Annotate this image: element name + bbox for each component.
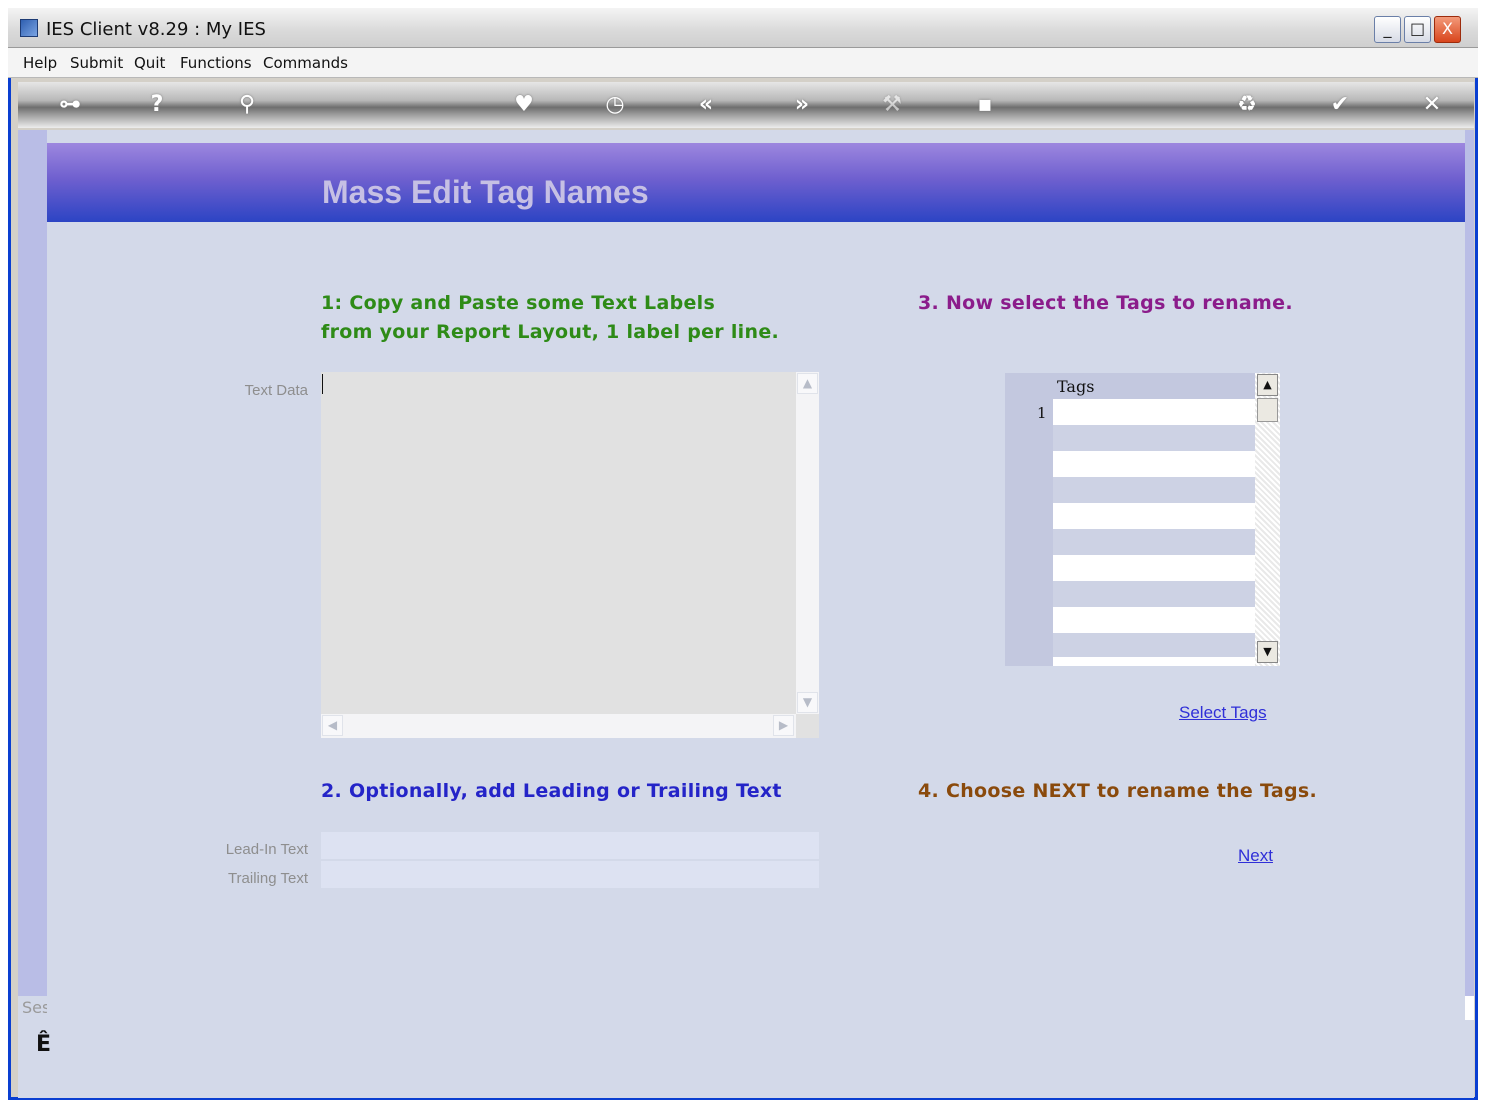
clock-icon[interactable]: ◷ — [600, 90, 630, 120]
trailing-label: Trailing Text — [227, 870, 308, 887]
minimize-button[interactable]: _ — [1374, 16, 1401, 43]
trailing-input[interactable] — [321, 861, 819, 888]
maximize-button[interactable]: □ — [1404, 16, 1431, 43]
next-link[interactable]: Next — [1238, 846, 1273, 866]
text-data-vscroll[interactable]: ▲ ▼ — [796, 372, 819, 714]
step2-heading: 2. Optionally, add Leading or Trailing T… — [321, 780, 782, 802]
tag-row[interactable] — [1053, 657, 1255, 666]
tag-row[interactable] — [1053, 477, 1255, 503]
tools-icon[interactable]: ⚒ — [877, 90, 907, 120]
status-icon: Ê — [36, 1032, 52, 1057]
close-window-button[interactable]: X — [1434, 16, 1461, 43]
tag-row[interactable] — [1053, 607, 1255, 633]
step3-heading: 3. Now select the Tags to rename. — [918, 292, 1293, 314]
step1-line2: from your Report Layout, 1 label per lin… — [321, 321, 780, 343]
tag-row[interactable] — [1053, 399, 1255, 425]
right-edge-lower — [1465, 996, 1474, 1020]
search-icon[interactable]: ⚲ — [232, 90, 262, 120]
rewind-icon[interactable]: « — [691, 90, 721, 120]
tag-row[interactable] — [1053, 633, 1255, 657]
scroll-down-icon[interactable]: ▼ — [1257, 641, 1278, 663]
header-band — [47, 143, 1465, 222]
scroll-right-icon[interactable]: ▶ — [773, 715, 794, 736]
scroll-left-icon[interactable]: ◀ — [322, 715, 343, 736]
menu-bar: Help Submit Quit Functions Commands — [8, 48, 1478, 78]
text-caret — [322, 374, 323, 394]
tag-row[interactable] — [1053, 555, 1255, 581]
menu-help[interactable]: Help — [23, 54, 57, 72]
right-edge — [1465, 130, 1474, 996]
check-icon[interactable]: ✔ — [1325, 90, 1355, 120]
tag-row[interactable] — [1053, 581, 1255, 607]
menu-submit[interactable]: Submit — [70, 54, 123, 72]
app-icon — [20, 19, 38, 37]
lead-in-input[interactable] — [321, 832, 819, 859]
chip-icon[interactable]: ▪ — [970, 90, 1000, 120]
step1-line1: 1: Copy and Paste some Text Labels — [321, 292, 716, 314]
text-data-textarea[interactable]: ▲ ▼ ◀ ▶ — [321, 372, 819, 738]
scroll-up-icon[interactable]: ▲ — [1257, 374, 1278, 396]
tag-row[interactable] — [1053, 451, 1255, 477]
status-text: Ses — [22, 998, 47, 1017]
tags-vscroll[interactable]: ▲ ▼ — [1255, 373, 1280, 666]
help-icon[interactable]: ? — [142, 90, 172, 120]
close-icon[interactable]: ✕ — [1417, 90, 1447, 120]
scroll-up-icon[interactable]: ▲ — [797, 373, 818, 394]
forward-icon[interactable]: » — [787, 90, 817, 120]
page-title: Mass Edit Tag Names — [322, 174, 649, 210]
text-data-label: Text Data — [244, 382, 308, 399]
tag-row[interactable] — [1053, 425, 1255, 451]
tags-column-header: Tags — [1057, 377, 1095, 396]
menu-quit[interactable]: Quit — [134, 54, 165, 72]
toolbar: ⊶ ? ⚲ ♥ ◷ « » ⚒ ▪ ♻ ✔ ✕ — [18, 82, 1474, 128]
scroll-down-icon[interactable]: ▼ — [797, 692, 818, 713]
tag-row[interactable] — [1053, 503, 1255, 529]
select-tags-link[interactable]: Select Tags — [1179, 703, 1267, 723]
row-number: 1 — [1037, 404, 1047, 422]
tag-row[interactable] — [1053, 529, 1255, 555]
text-data-hscroll[interactable]: ◀ ▶ — [321, 714, 796, 738]
window-title: IES Client v8.29 : My IES — [46, 19, 266, 40]
scroll-thumb[interactable] — [1257, 398, 1278, 422]
heart-icon[interactable]: ♥ — [509, 90, 539, 120]
recycle-icon[interactable]: ♻ — [1232, 90, 1262, 120]
key-icon[interactable]: ⊶ — [48, 90, 92, 120]
title-bar[interactable]: IES Client v8.29 : My IES _ □ X — [8, 8, 1478, 48]
menu-functions[interactable]: Functions — [180, 54, 252, 72]
step4-heading: 4. Choose NEXT to rename the Tags. — [918, 780, 1317, 802]
tags-list[interactable]: Tags 1 ▲ ▼ — [1005, 373, 1280, 666]
menu-commands[interactable]: Commands — [263, 54, 348, 72]
lead-in-label: Lead-In Text — [225, 841, 308, 858]
left-strip — [18, 130, 47, 996]
